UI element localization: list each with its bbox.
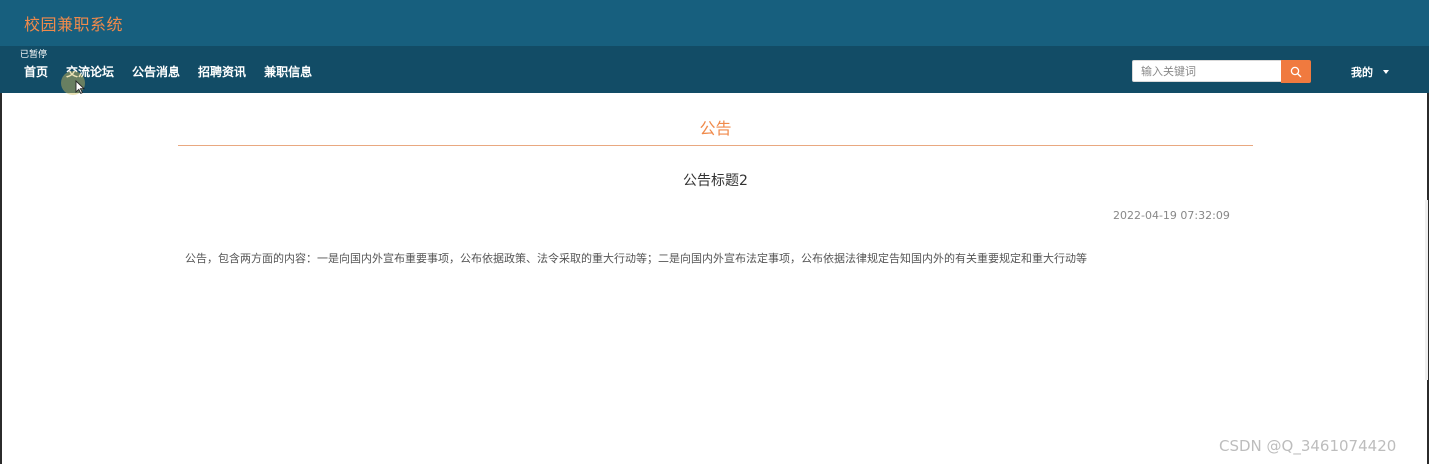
section-heading: 公告: [699, 119, 732, 138]
watermark: CSDN @Q_3461074420: [1219, 437, 1397, 455]
article-body: 公告，包含两方面的内容：一是向国内外宣布重要事项，公布依据政策、法令采取的重大行…: [185, 252, 1087, 265]
nav-item-recruitment[interactable]: 招聘资讯: [198, 63, 246, 80]
nav-item-parttime[interactable]: 兼职信息: [264, 63, 312, 80]
search-input[interactable]: [1132, 60, 1282, 82]
title-bar: 校园兼职系统: [0, 0, 1429, 46]
heading-divider: [178, 145, 1253, 146]
article-date: 2022-04-19 07:32:09: [1113, 209, 1230, 222]
caret-down-icon: [1383, 70, 1389, 74]
user-menu[interactable]: 我的: [1351, 64, 1389, 80]
nav-item-home[interactable]: 首页: [24, 63, 48, 80]
search-icon: [1290, 66, 1302, 77]
scrollbar[interactable]: [1425, 200, 1428, 380]
nav-item-announcements[interactable]: 公告消息: [132, 63, 180, 80]
user-menu-label: 我的: [1351, 66, 1373, 79]
mouse-pointer-icon: [75, 80, 85, 94]
paused-label: 已暂停: [20, 50, 48, 60]
article-title: 公告标题2: [683, 173, 748, 189]
search-button[interactable]: [1281, 60, 1311, 83]
site-title[interactable]: 校园兼职系统: [24, 11, 123, 35]
nav-bar: 已暂停 首页 交流论坛 公告消息 招聘资讯 兼职信息 我的: [0, 46, 1429, 95]
